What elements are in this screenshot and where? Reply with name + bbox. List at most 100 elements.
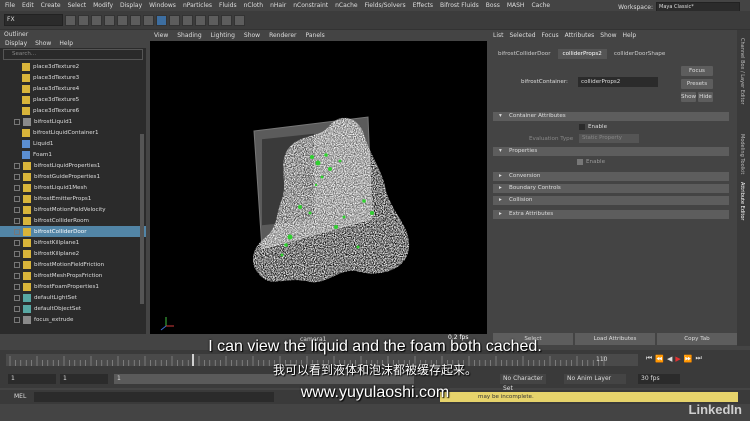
outliner-item[interactable]: defaultLightSet <box>0 292 146 303</box>
new-scene-icon[interactable] <box>65 14 76 26</box>
expand-toggle-icon[interactable] <box>14 250 20 257</box>
select-object-icon[interactable] <box>143 14 154 26</box>
expand-toggle-icon[interactable] <box>14 294 20 301</box>
viewport-menu-lighting[interactable]: Lighting <box>211 32 235 39</box>
section-properties[interactable]: Properties <box>493 147 729 156</box>
menu-nconstraint[interactable]: nConstraint <box>293 2 328 9</box>
side-tab-attribute-editor[interactable]: Attribute Editor <box>739 182 745 220</box>
section-extra-attributes[interactable]: Extra Attributes <box>493 210 729 219</box>
menu-file[interactable]: File <box>5 2 15 9</box>
menu-fluids[interactable]: Fluids <box>219 2 237 9</box>
menu-windows[interactable]: Windows <box>149 2 176 9</box>
select-component-icon[interactable] <box>156 14 167 26</box>
outliner-item[interactable]: bifrostColliderDoor <box>0 226 146 237</box>
presets-button[interactable]: Presets <box>681 79 713 89</box>
save-scene-icon[interactable] <box>91 14 102 26</box>
ae-menu-selected[interactable]: Selected <box>510 32 536 39</box>
outliner-item[interactable]: bifrostMeshPropsFriction <box>0 270 146 281</box>
menu-set-dropdown[interactable]: FX <box>4 14 63 26</box>
enable-checkbox[interactable] <box>579 124 585 130</box>
viewport-menu-show[interactable]: Show <box>244 32 260 39</box>
expand-toggle-icon[interactable] <box>14 217 20 224</box>
open-scene-icon[interactable] <box>78 14 89 26</box>
outliner-search-input[interactable]: Search... <box>3 49 143 60</box>
outliner-item[interactable]: bifrostLiquid1 <box>0 116 146 127</box>
expand-toggle-icon[interactable] <box>14 228 20 235</box>
expand-toggle-icon[interactable] <box>14 283 20 290</box>
viewport-menu-view[interactable]: View <box>154 32 168 39</box>
ae-tab-colliderdoorshape[interactable]: colliderDoorShape <box>609 49 670 59</box>
expand-toggle-icon[interactable] <box>14 195 20 202</box>
outliner-menu-show[interactable]: Show <box>35 40 51 47</box>
outliner-item[interactable]: bifrostLiquid1Mesh <box>0 182 146 193</box>
menu-ncache[interactable]: nCache <box>335 2 357 9</box>
menu-select[interactable]: Select <box>68 2 87 9</box>
menu-boss[interactable]: Boss <box>486 2 500 9</box>
outliner-item[interactable]: bifrostLiquidContainer1 <box>0 127 146 138</box>
section-boundary-controls[interactable]: Boundary Controls <box>493 184 729 193</box>
outliner-item[interactable]: Foam1 <box>0 149 146 160</box>
ipr-render-icon[interactable] <box>221 14 232 26</box>
hide-button[interactable]: Hide <box>698 92 713 102</box>
menu-modify[interactable]: Modify <box>93 2 113 9</box>
render-settings-icon[interactable] <box>234 14 245 26</box>
outliner-menu-display[interactable]: Display <box>5 40 27 47</box>
select-hierarchy-icon[interactable] <box>130 14 141 26</box>
expand-toggle-icon[interactable] <box>14 206 20 213</box>
expand-toggle-icon[interactable] <box>14 261 20 268</box>
expand-toggle-icon[interactable] <box>14 305 20 312</box>
outliner-item[interactable]: Liquid1 <box>0 138 146 149</box>
menu-nparticles[interactable]: nParticles <box>183 2 212 9</box>
section-conversion[interactable]: Conversion <box>493 172 729 181</box>
menu-edit[interactable]: Edit <box>22 2 34 9</box>
outliner-item[interactable]: bifrostColliderRoom <box>0 215 146 226</box>
redo-icon[interactable] <box>117 14 128 26</box>
viewport-menu-panels[interactable]: Panels <box>305 32 324 39</box>
ae-tab-colliderprops2[interactable]: colliderProps2 <box>557 49 607 59</box>
outliner-item[interactable]: bifrostFoamProperties1 <box>0 281 146 292</box>
ae-menu-attributes[interactable]: Attributes <box>565 32 595 39</box>
outliner-item[interactable]: place3dTexture4 <box>0 83 146 94</box>
expand-toggle-icon[interactable] <box>14 272 20 279</box>
ae-menu-help[interactable]: Help <box>622 32 636 39</box>
outliner-item[interactable]: focus_extrude <box>0 314 146 325</box>
viewport-menu-renderer[interactable]: Renderer <box>269 32 296 39</box>
evaluation-type-dropdown[interactable]: Static Property <box>579 134 639 143</box>
outliner-item[interactable]: bifrostKillplane1 <box>0 237 146 248</box>
menu-fields-solvers[interactable]: Fields/Solvers <box>365 2 406 9</box>
ae-menu-show[interactable]: Show <box>600 32 616 39</box>
menu-create[interactable]: Create <box>41 2 61 9</box>
outliner-menu-help[interactable]: Help <box>59 40 73 47</box>
ae-tab-bifrostcolliderdoor[interactable]: bifrostColliderDoor <box>493 49 556 59</box>
outliner-item[interactable]: place3dTexture5 <box>0 94 146 105</box>
side-tab-modeling-toolkit[interactable]: Modeling Toolkit <box>739 134 745 174</box>
snap-grid-icon[interactable] <box>169 14 180 26</box>
menu-mash[interactable]: MASH <box>507 2 525 9</box>
ae-menu-focus[interactable]: Focus <box>542 32 559 39</box>
outliner-item[interactable]: bifrostLiquidProperties1 <box>0 160 146 171</box>
render-icon[interactable] <box>208 14 219 26</box>
container-name-field[interactable]: colliderProps2 <box>578 77 658 87</box>
menu-bifrost-fluids[interactable]: Bifrost Fluids <box>440 2 479 9</box>
outliner-item[interactable]: bifrostKillplane2 <box>0 248 146 259</box>
outliner-item[interactable]: place3dTexture6 <box>0 105 146 116</box>
snap-curve-icon[interactable] <box>182 14 193 26</box>
outliner-item[interactable]: bifrostMotionFieldFriction <box>0 259 146 270</box>
snap-point-icon[interactable] <box>195 14 206 26</box>
menu-effects[interactable]: Effects <box>413 2 433 9</box>
expand-toggle-icon[interactable] <box>14 184 20 191</box>
expand-toggle-icon[interactable] <box>14 118 20 125</box>
outliner-scrollbar[interactable] <box>140 134 144 304</box>
expand-toggle-icon[interactable] <box>14 239 20 246</box>
outliner-item[interactable]: place3dTexture3 <box>0 72 146 83</box>
expand-toggle-icon[interactable] <box>14 162 20 169</box>
section-container-attributes[interactable]: Container Attributes <box>493 112 729 121</box>
focus-button[interactable]: Focus <box>681 66 713 76</box>
viewport-menu-shading[interactable]: Shading <box>177 32 201 39</box>
menu-cache[interactable]: Cache <box>531 2 550 9</box>
menu-display[interactable]: Display <box>120 2 142 9</box>
undo-icon[interactable] <box>104 14 115 26</box>
ae-menu-list[interactable]: List <box>493 32 504 39</box>
outliner-item[interactable]: bifrostMotionFieldVelocity <box>0 204 146 215</box>
expand-toggle-icon[interactable] <box>14 316 20 323</box>
